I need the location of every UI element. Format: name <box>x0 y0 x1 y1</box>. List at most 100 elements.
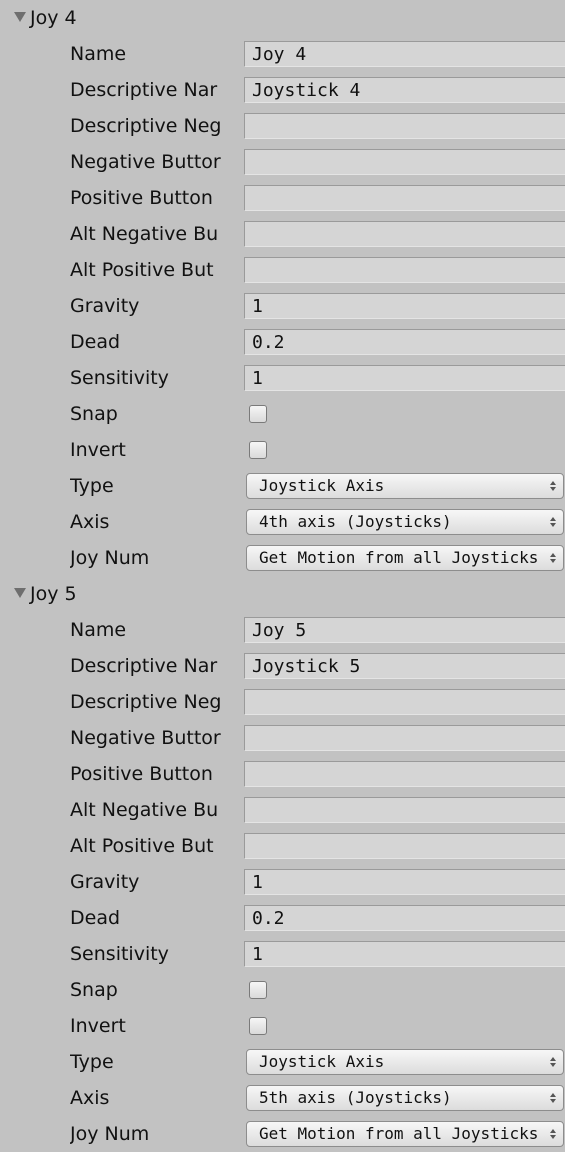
row-positive-button: Positive Button <box>0 756 565 792</box>
dead-field[interactable]: 0.2 <box>244 329 565 355</box>
up-down-arrows-icon <box>548 1086 558 1110</box>
negative-button-field[interactable] <box>244 149 565 175</box>
foldout-header-joy-5[interactable]: Joy 5 <box>0 576 565 612</box>
row-joy-num: Joy Num Get Motion from all Joysticks <box>0 540 565 576</box>
descriptive-name-field[interactable]: Joystick 5 <box>244 653 565 679</box>
label-snap: Snap <box>70 979 118 1001</box>
row-positive-button: Positive Button <box>0 180 565 216</box>
joy-num-dropdown[interactable]: Get Motion from all Joysticks <box>246 545 564 571</box>
row-dead: Dead 0.2 <box>0 900 565 936</box>
up-down-arrows-icon <box>548 1122 558 1146</box>
row-axis: Axis 5th axis (Joysticks) <box>0 1080 565 1116</box>
positive-button-field[interactable] <box>244 761 565 787</box>
label-descriptive-name: Descriptive Nar <box>70 79 218 101</box>
row-descriptive-negative-name: Descriptive Neg <box>0 684 565 720</box>
row-descriptive-negative-name: Descriptive Neg <box>0 108 565 144</box>
snap-checkbox[interactable] <box>249 981 267 999</box>
axis-dropdown-value: 4th axis (Joysticks) <box>259 512 452 531</box>
axis-dropdown-value: 5th axis (Joysticks) <box>259 1088 452 1107</box>
label-sensitivity: Sensitivity <box>70 367 169 389</box>
joy-num-dropdown-value: Get Motion from all Joysticks <box>259 1124 539 1143</box>
axis-foldout-joy-4: Joy 4 Name Joy 4 Descriptive Nar Joystic… <box>0 0 565 576</box>
label-axis: Axis <box>70 511 110 533</box>
alt-positive-button-field[interactable] <box>244 257 565 283</box>
dead-field[interactable]: 0.2 <box>244 905 565 931</box>
axis-dropdown[interactable]: 5th axis (Joysticks) <box>246 1085 564 1111</box>
name-field[interactable]: Joy 4 <box>244 41 565 67</box>
label-gravity: Gravity <box>70 295 140 317</box>
label-alt-positive-button: Alt Positive But <box>70 835 214 857</box>
row-joy-num: Joy Num Get Motion from all Joysticks <box>0 1116 565 1152</box>
type-dropdown[interactable]: Joystick Axis <box>246 1049 564 1075</box>
row-descriptive-name: Descriptive Nar Joystick 4 <box>0 72 565 108</box>
row-invert: Invert <box>0 1008 565 1044</box>
sensitivity-field[interactable]: 1 <box>244 941 565 967</box>
label-positive-button: Positive Button <box>70 763 213 785</box>
type-dropdown[interactable]: Joystick Axis <box>246 473 564 499</box>
negative-button-field[interactable] <box>244 725 565 751</box>
alt-negative-button-field[interactable] <box>244 797 565 823</box>
row-type: Type Joystick Axis <box>0 468 565 504</box>
row-sensitivity: Sensitivity 1 <box>0 936 565 972</box>
alt-positive-button-field[interactable] <box>244 833 565 859</box>
triangle-down-icon[interactable] <box>14 588 26 598</box>
label-descriptive-negative-name: Descriptive Neg <box>70 115 222 137</box>
snap-checkbox[interactable] <box>249 405 267 423</box>
label-axis: Axis <box>70 1087 110 1109</box>
inspector-panel: Joy 4 Name Joy 4 Descriptive Nar Joystic… <box>0 0 565 1150</box>
label-name: Name <box>70 619 127 641</box>
type-dropdown-value: Joystick Axis <box>259 476 385 495</box>
type-dropdown-value: Joystick Axis <box>259 1052 385 1071</box>
label-alt-negative-button: Alt Negative Bu <box>70 799 219 821</box>
row-negative-button: Negative Buttor <box>0 144 565 180</box>
label-name: Name <box>70 43 127 65</box>
label-alt-negative-button: Alt Negative Bu <box>70 223 219 245</box>
label-invert: Invert <box>70 1015 126 1037</box>
row-name: Name Joy 4 <box>0 36 565 72</box>
row-alt-positive-button: Alt Positive But <box>0 252 565 288</box>
joy-num-dropdown-value: Get Motion from all Joysticks <box>259 548 539 567</box>
name-field[interactable]: Joy 5 <box>244 617 565 643</box>
up-down-arrows-icon <box>548 474 558 498</box>
descriptive-negative-name-field[interactable] <box>244 689 565 715</box>
invert-checkbox[interactable] <box>249 1017 267 1035</box>
row-gravity: Gravity 1 <box>0 864 565 900</box>
row-dead: Dead 0.2 <box>0 324 565 360</box>
foldout-title: Joy 4 <box>30 7 77 29</box>
gravity-field[interactable]: 1 <box>244 869 565 895</box>
label-snap: Snap <box>70 403 118 425</box>
up-down-arrows-icon <box>548 1050 558 1074</box>
up-down-arrows-icon <box>548 546 558 570</box>
label-positive-button: Positive Button <box>70 187 213 209</box>
triangle-down-icon[interactable] <box>14 12 26 22</box>
joy-num-dropdown[interactable]: Get Motion from all Joysticks <box>246 1121 564 1147</box>
label-invert: Invert <box>70 439 126 461</box>
label-joy-num: Joy Num <box>70 547 150 569</box>
label-negative-button: Negative Buttor <box>70 151 221 173</box>
label-sensitivity: Sensitivity <box>70 943 169 965</box>
row-alt-negative-button: Alt Negative Bu <box>0 216 565 252</box>
row-snap: Snap <box>0 396 565 432</box>
label-dead: Dead <box>70 331 121 353</box>
descriptive-negative-name-field[interactable] <box>244 113 565 139</box>
label-descriptive-name: Descriptive Nar <box>70 655 218 677</box>
descriptive-name-field[interactable]: Joystick 4 <box>244 77 565 103</box>
label-alt-positive-button: Alt Positive But <box>70 259 214 281</box>
row-negative-button: Negative Buttor <box>0 720 565 756</box>
row-sensitivity: Sensitivity 1 <box>0 360 565 396</box>
row-name: Name Joy 5 <box>0 612 565 648</box>
invert-checkbox[interactable] <box>249 441 267 459</box>
axis-dropdown[interactable]: 4th axis (Joysticks) <box>246 509 564 535</box>
positive-button-field[interactable] <box>244 185 565 211</box>
foldout-header-joy-4[interactable]: Joy 4 <box>0 0 565 36</box>
row-type: Type Joystick Axis <box>0 1044 565 1080</box>
foldout-title: Joy 5 <box>30 583 77 605</box>
up-down-arrows-icon <box>548 510 558 534</box>
gravity-field[interactable]: 1 <box>244 293 565 319</box>
label-type: Type <box>70 1051 114 1073</box>
label-dead: Dead <box>70 907 121 929</box>
alt-negative-button-field[interactable] <box>244 221 565 247</box>
sensitivity-field[interactable]: 1 <box>244 365 565 391</box>
label-joy-num: Joy Num <box>70 1123 150 1145</box>
label-gravity: Gravity <box>70 871 140 893</box>
